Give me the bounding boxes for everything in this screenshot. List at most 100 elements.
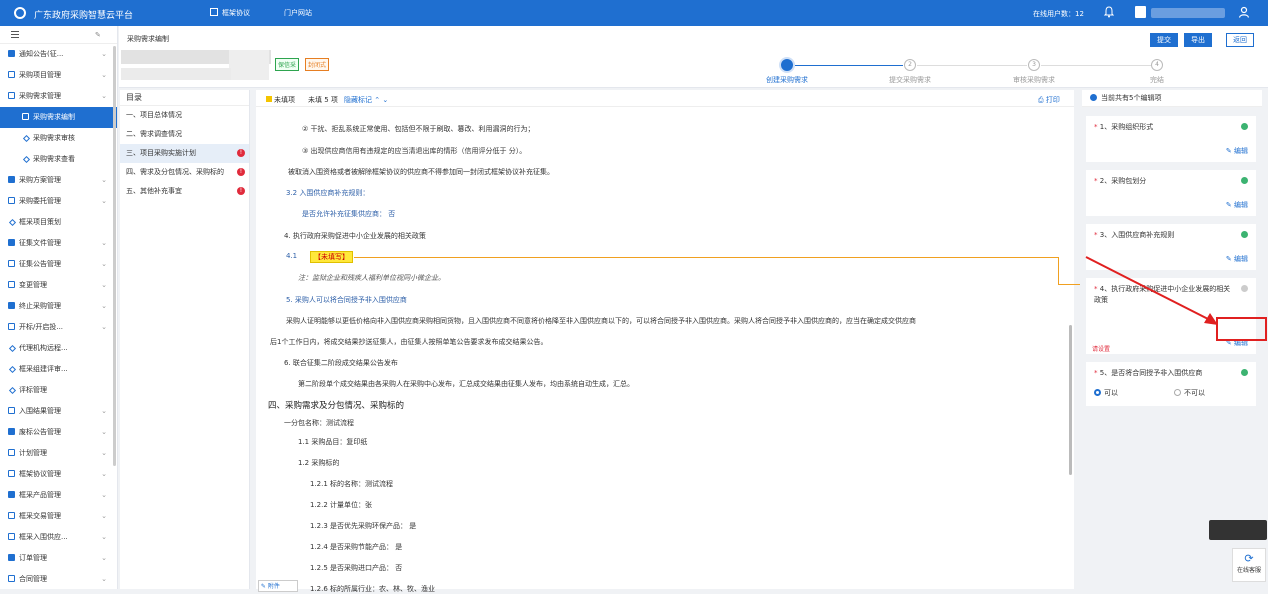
- sidebar-item[interactable]: 通知公告(征... ⌄: [0, 44, 117, 65]
- sidebar-item[interactable]: 变更管理 ⌄: [0, 275, 117, 296]
- step-3: 3 审核采购需求: [994, 59, 1074, 85]
- sidebar-item[interactable]: 框采入围供应... ⌄: [0, 527, 117, 548]
- radio-option-yes[interactable]: 可以: [1094, 388, 1118, 398]
- sidebar-item[interactable]: 框采交易管理 ⌄: [0, 506, 117, 527]
- toc-item-label: 四、需求及分包情况、采购标的: [126, 168, 224, 176]
- back-button[interactable]: 返回: [1226, 33, 1254, 47]
- sidebar-item-label: 终止采购管理: [19, 302, 61, 310]
- edit-label: 编辑: [1234, 147, 1248, 155]
- menu-item-icon: [8, 491, 15, 498]
- edit-card: * 2、采购包划分 ✎ 编辑: [1086, 170, 1256, 216]
- sidebar-item[interactable]: 合同管理 ⌄: [0, 569, 117, 589]
- toc-item-label: 二、需求调查情况: [126, 130, 182, 138]
- sidebar-item-label: 废标公告管理: [19, 428, 61, 436]
- toc-item[interactable]: 三、项目采购实施计划!: [120, 144, 249, 163]
- chevron-down-icon: ⌄: [101, 281, 107, 289]
- sidebar-item[interactable]: 框采产品管理 ⌄: [0, 485, 117, 506]
- sidebar-item[interactable]: 框采组建评审...: [0, 359, 117, 380]
- doc-toolbar: 未填项 未填 5 项 隐藏标记 ⌃ ⌄ ⎙ 打印: [256, 90, 1074, 107]
- sidebar-item[interactable]: 框采项目策划: [0, 212, 117, 233]
- annotation-highlight-box: [1216, 317, 1267, 341]
- sidebar-item[interactable]: 征集文件管理 ⌄: [0, 233, 117, 254]
- toc-list: 一、项目总体情况 二、需求调查情况 三、项目采购实施计划! 四、需求及分包情况、采购标…: [120, 106, 249, 201]
- doc-line: 1.2.5 是否采购进口产品： 否: [310, 564, 403, 572]
- sidebar-item[interactable]: 采购需求查看: [0, 149, 117, 170]
- radio-label: 可以: [1104, 389, 1118, 397]
- edit-label: 编辑: [1234, 201, 1248, 209]
- bell-icon[interactable]: [1104, 6, 1114, 18]
- sidebar-item[interactable]: 采购委托管理 ⌄: [0, 191, 117, 212]
- toc-item[interactable]: 四、需求及分包情况、采购标的!: [120, 163, 249, 182]
- sidebar-item[interactable]: 采购需求管理 ⌄: [0, 86, 117, 107]
- radio-option-no[interactable]: 不可以: [1174, 388, 1205, 398]
- doc-line: 1.2.2 计量单位：张: [310, 501, 373, 509]
- sidebar-item[interactable]: 评标管理: [0, 380, 117, 401]
- sidebar-item[interactable]: 代理机构远程...: [0, 338, 117, 359]
- sidebar-item[interactable]: 采购需求审核: [0, 128, 117, 149]
- attachment-tab[interactable]: ✎ 附件: [258, 580, 298, 592]
- edit-button[interactable]: ✎ 编辑: [1226, 146, 1248, 156]
- submit-button[interactable]: 提交: [1150, 33, 1178, 47]
- floating-toolbar[interactable]: [1209, 520, 1267, 540]
- connector-line: [1058, 257, 1059, 285]
- sidebar-item[interactable]: 框架协议管理 ⌄: [0, 464, 117, 485]
- online-service-button[interactable]: ⟳ 在线客服: [1232, 548, 1266, 582]
- sidebar-item-label: 合同管理: [19, 575, 47, 583]
- nav-portal[interactable]: 门户网站: [284, 8, 312, 18]
- sidebar-toggle[interactable]: ✎: [0, 26, 117, 44]
- menu-item-icon: [8, 365, 17, 374]
- sidebar-item-label: 采购需求编制: [33, 113, 75, 121]
- pin-icon[interactable]: ✎: [95, 31, 101, 39]
- chevron-down-icon: ⌄: [101, 71, 107, 79]
- menu-item-icon: [8, 239, 15, 246]
- edit-card-label: 2、采购包划分: [1099, 177, 1147, 185]
- menu-item-icon: [8, 323, 15, 330]
- step-label: 提交采购需求: [889, 76, 931, 84]
- toc-item[interactable]: 一、项目总体情况: [120, 106, 249, 125]
- toc-item[interactable]: 二、需求调查情况: [120, 125, 249, 144]
- chevron-down-icon: ⌄: [101, 92, 107, 100]
- unfilled-field[interactable]: 【未填写】: [310, 251, 353, 263]
- sidebar-item[interactable]: 废标公告管理 ⌄: [0, 422, 117, 443]
- sidebar-item[interactable]: 采购项目管理 ⌄: [0, 65, 117, 86]
- org-icon[interactable]: [1135, 6, 1146, 18]
- sidebar-item-label: 采购方案管理: [19, 176, 61, 184]
- export-button[interactable]: 导出: [1184, 33, 1212, 47]
- chevron-down-icon: ⌄: [101, 407, 107, 415]
- username-redacted[interactable]: [1151, 8, 1225, 18]
- menu-item-icon: [22, 155, 31, 164]
- doc-line: 1.2.3 是否优先采购环保产品： 是: [310, 522, 417, 530]
- step-label: 创建采购需求: [766, 76, 808, 84]
- sidebar-item[interactable]: 订单管理 ⌄: [0, 548, 117, 569]
- print-button[interactable]: ⎙ 打印: [1038, 95, 1060, 105]
- sidebar-item[interactable]: 终止采购管理 ⌄: [0, 296, 117, 317]
- sidebar-item[interactable]: 采购需求编制: [0, 107, 117, 128]
- sidebar-item[interactable]: 征集公告管理 ⌄: [0, 254, 117, 275]
- menu-icon[interactable]: [11, 31, 19, 38]
- nav-framework[interactable]: 框架协议: [210, 8, 250, 18]
- sidebar-item-label: 采购委托管理: [19, 197, 61, 205]
- doc-scrollbar[interactable]: [1069, 325, 1072, 475]
- sidebar-item[interactable]: 计划管理 ⌄: [0, 443, 117, 464]
- toc-item[interactable]: 五、其他补充事宜!: [120, 182, 249, 201]
- chevron-down-icon: ⌄: [101, 428, 107, 436]
- headset-icon: ⟳: [1244, 552, 1254, 565]
- edit-card: * 5、是否将合同授予非入围供应商 可以 不可以: [1086, 362, 1256, 406]
- user-icon[interactable]: [1238, 6, 1250, 18]
- step-1: 创建采购需求: [747, 59, 827, 85]
- nav-framework-label: 框架协议: [222, 9, 250, 17]
- menu-item-icon: [8, 449, 15, 456]
- toc-item-label: 一、项目总体情况: [126, 111, 182, 119]
- sidebar-item[interactable]: 采购方案管理 ⌄: [0, 170, 117, 191]
- edit-card-label: 5、是否将合同授予非入围供应商: [1099, 369, 1203, 377]
- sidebar-scrollbar[interactable]: [113, 46, 116, 466]
- sidebar-item[interactable]: 开标/开启投... ⌄: [0, 317, 117, 338]
- platform-title: 广东政府采购智慧云平台: [34, 11, 134, 21]
- progress-steps: 创建采购需求 2 提交采购需求 3 审核采购需求 4 完结: [739, 59, 1259, 85]
- step-label: 完结: [1150, 76, 1164, 84]
- sidebar-item[interactable]: 入围结果管理 ⌄: [0, 401, 117, 422]
- edit-button[interactable]: ✎ 编辑: [1226, 200, 1248, 210]
- step-dot: 3: [1028, 59, 1040, 71]
- doc-line: 1.2.4 是否采购节能产品： 是: [310, 543, 403, 551]
- hide-marks-button[interactable]: 隐藏标记 ⌃ ⌄: [344, 95, 388, 105]
